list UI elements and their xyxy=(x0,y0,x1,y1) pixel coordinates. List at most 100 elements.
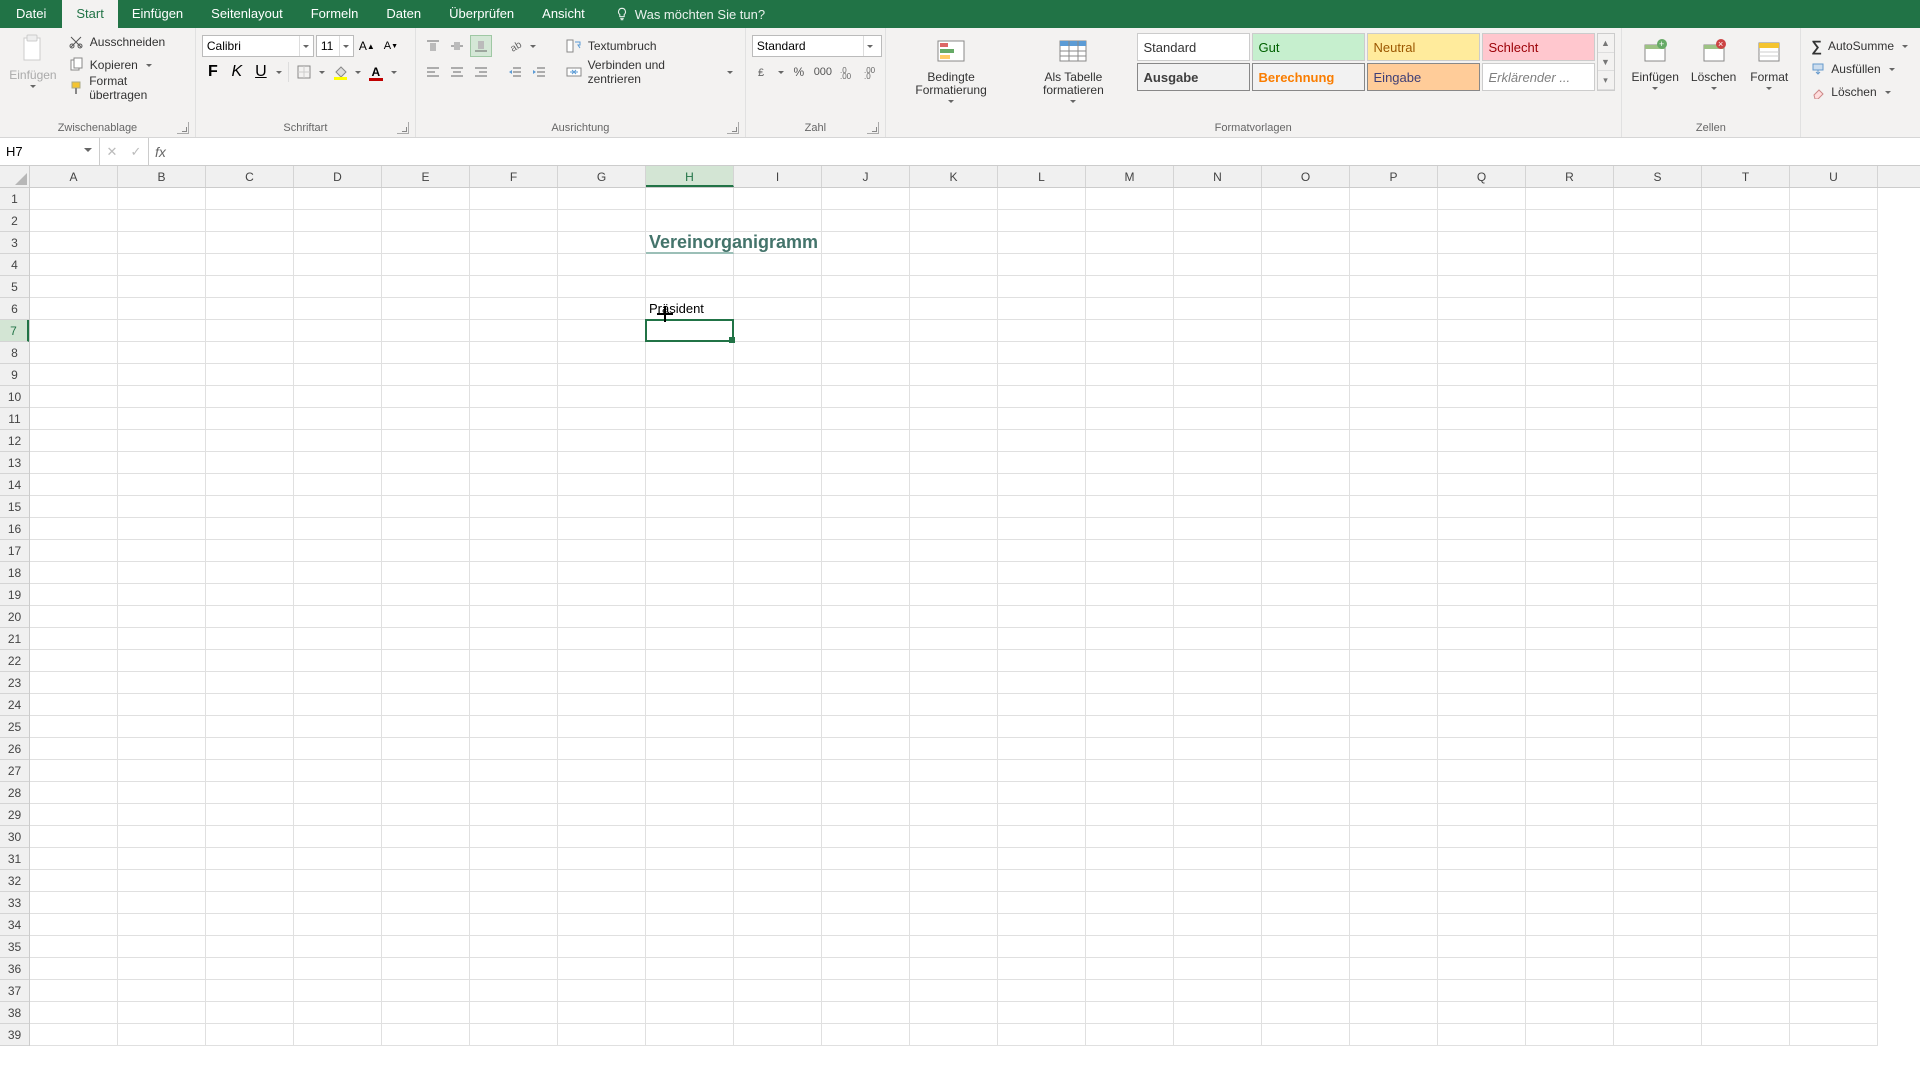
chevron-down-icon[interactable] xyxy=(776,68,786,77)
cell-F30[interactable] xyxy=(470,826,558,848)
cell-O36[interactable] xyxy=(1262,958,1350,980)
cell-E21[interactable] xyxy=(382,628,470,650)
cell-G9[interactable] xyxy=(558,364,646,386)
cell-P38[interactable] xyxy=(1350,1002,1438,1024)
cell-O20[interactable] xyxy=(1262,606,1350,628)
cell-G33[interactable] xyxy=(558,892,646,914)
cell-U10[interactable] xyxy=(1790,386,1878,408)
cell-H15[interactable] xyxy=(646,496,734,518)
cell-N32[interactable] xyxy=(1174,870,1262,892)
cell-O19[interactable] xyxy=(1262,584,1350,606)
cell-R17[interactable] xyxy=(1526,540,1614,562)
cell-K24[interactable] xyxy=(910,694,998,716)
spreadsheet-grid[interactable]: ABCDEFGHIJKLMNOPQRSTU 123456789101112131… xyxy=(0,166,1920,1080)
cell-M33[interactable] xyxy=(1086,892,1174,914)
cell-T14[interactable] xyxy=(1702,474,1790,496)
cell-E10[interactable] xyxy=(382,386,470,408)
cell-G1[interactable] xyxy=(558,188,646,210)
cell-J27[interactable] xyxy=(822,760,910,782)
cell-M31[interactable] xyxy=(1086,848,1174,870)
cell-P5[interactable] xyxy=(1350,276,1438,298)
decrease-indent-button[interactable] xyxy=(504,61,526,83)
row-header-2[interactable]: 2 xyxy=(0,210,29,232)
chevron-down-icon[interactable] xyxy=(353,68,363,77)
cell-M1[interactable] xyxy=(1086,188,1174,210)
cell-P31[interactable] xyxy=(1350,848,1438,870)
cell-O7[interactable] xyxy=(1262,320,1350,342)
cell-F6[interactable] xyxy=(470,298,558,320)
cell-T22[interactable] xyxy=(1702,650,1790,672)
cell-Q37[interactable] xyxy=(1438,980,1526,1002)
cell-S7[interactable] xyxy=(1614,320,1702,342)
clear-button[interactable]: Löschen xyxy=(1807,81,1896,103)
cell-L2[interactable] xyxy=(998,210,1086,232)
cell-I9[interactable] xyxy=(734,364,822,386)
cell-Q26[interactable] xyxy=(1438,738,1526,760)
cell-C29[interactable] xyxy=(206,804,294,826)
cell-H36[interactable] xyxy=(646,958,734,980)
col-header-S[interactable]: S xyxy=(1614,166,1702,187)
cell-A8[interactable] xyxy=(30,342,118,364)
col-header-H[interactable]: H xyxy=(646,166,734,187)
cell-G12[interactable] xyxy=(558,430,646,452)
cell-J1[interactable] xyxy=(822,188,910,210)
cell-C24[interactable] xyxy=(206,694,294,716)
cell-G22[interactable] xyxy=(558,650,646,672)
cell-J13[interactable] xyxy=(822,452,910,474)
cell-S23[interactable] xyxy=(1614,672,1702,694)
cell-L21[interactable] xyxy=(998,628,1086,650)
cell-O2[interactable] xyxy=(1262,210,1350,232)
cell-K22[interactable] xyxy=(910,650,998,672)
cell-K20[interactable] xyxy=(910,606,998,628)
cell-C7[interactable] xyxy=(206,320,294,342)
cell-E13[interactable] xyxy=(382,452,470,474)
cell-E28[interactable] xyxy=(382,782,470,804)
cell-L14[interactable] xyxy=(998,474,1086,496)
cell-B18[interactable] xyxy=(118,562,206,584)
cell-K14[interactable] xyxy=(910,474,998,496)
cell-C26[interactable] xyxy=(206,738,294,760)
cell-E23[interactable] xyxy=(382,672,470,694)
cell-N19[interactable] xyxy=(1174,584,1262,606)
cell-A31[interactable] xyxy=(30,848,118,870)
cell-N1[interactable] xyxy=(1174,188,1262,210)
cell-N35[interactable] xyxy=(1174,936,1262,958)
cell-R22[interactable] xyxy=(1526,650,1614,672)
cell-Q33[interactable] xyxy=(1438,892,1526,914)
cell-E2[interactable] xyxy=(382,210,470,232)
cell-R18[interactable] xyxy=(1526,562,1614,584)
cell-H37[interactable] xyxy=(646,980,734,1002)
row-header-5[interactable]: 5 xyxy=(0,276,29,298)
cell-C34[interactable] xyxy=(206,914,294,936)
cell-Q38[interactable] xyxy=(1438,1002,1526,1024)
cell-T37[interactable] xyxy=(1702,980,1790,1002)
cell-B4[interactable] xyxy=(118,254,206,276)
cell-F22[interactable] xyxy=(470,650,558,672)
cell-F3[interactable] xyxy=(470,232,558,254)
cell-L29[interactable] xyxy=(998,804,1086,826)
fill-button[interactable]: Ausfüllen xyxy=(1807,58,1900,80)
cell-D26[interactable] xyxy=(294,738,382,760)
cell-J21[interactable] xyxy=(822,628,910,650)
cell-T3[interactable] xyxy=(1702,232,1790,254)
cell-K8[interactable] xyxy=(910,342,998,364)
cell-T23[interactable] xyxy=(1702,672,1790,694)
cut-button[interactable]: Ausschneiden xyxy=(64,31,189,53)
gallery-scroll[interactable]: ▲▼▾ xyxy=(1597,33,1615,91)
cell-D27[interactable] xyxy=(294,760,382,782)
cell-D7[interactable] xyxy=(294,320,382,342)
cell-R13[interactable] xyxy=(1526,452,1614,474)
cell-S32[interactable] xyxy=(1614,870,1702,892)
cell-A23[interactable] xyxy=(30,672,118,694)
cell-L35[interactable] xyxy=(998,936,1086,958)
cell-G25[interactable] xyxy=(558,716,646,738)
cell-Q32[interactable] xyxy=(1438,870,1526,892)
cell-Q27[interactable] xyxy=(1438,760,1526,782)
style-berechnung[interactable]: Berechnung xyxy=(1252,63,1365,91)
cell-A30[interactable] xyxy=(30,826,118,848)
cell-A16[interactable] xyxy=(30,518,118,540)
cell-S38[interactable] xyxy=(1614,1002,1702,1024)
cell-C37[interactable] xyxy=(206,980,294,1002)
cell-E26[interactable] xyxy=(382,738,470,760)
cell-J8[interactable] xyxy=(822,342,910,364)
